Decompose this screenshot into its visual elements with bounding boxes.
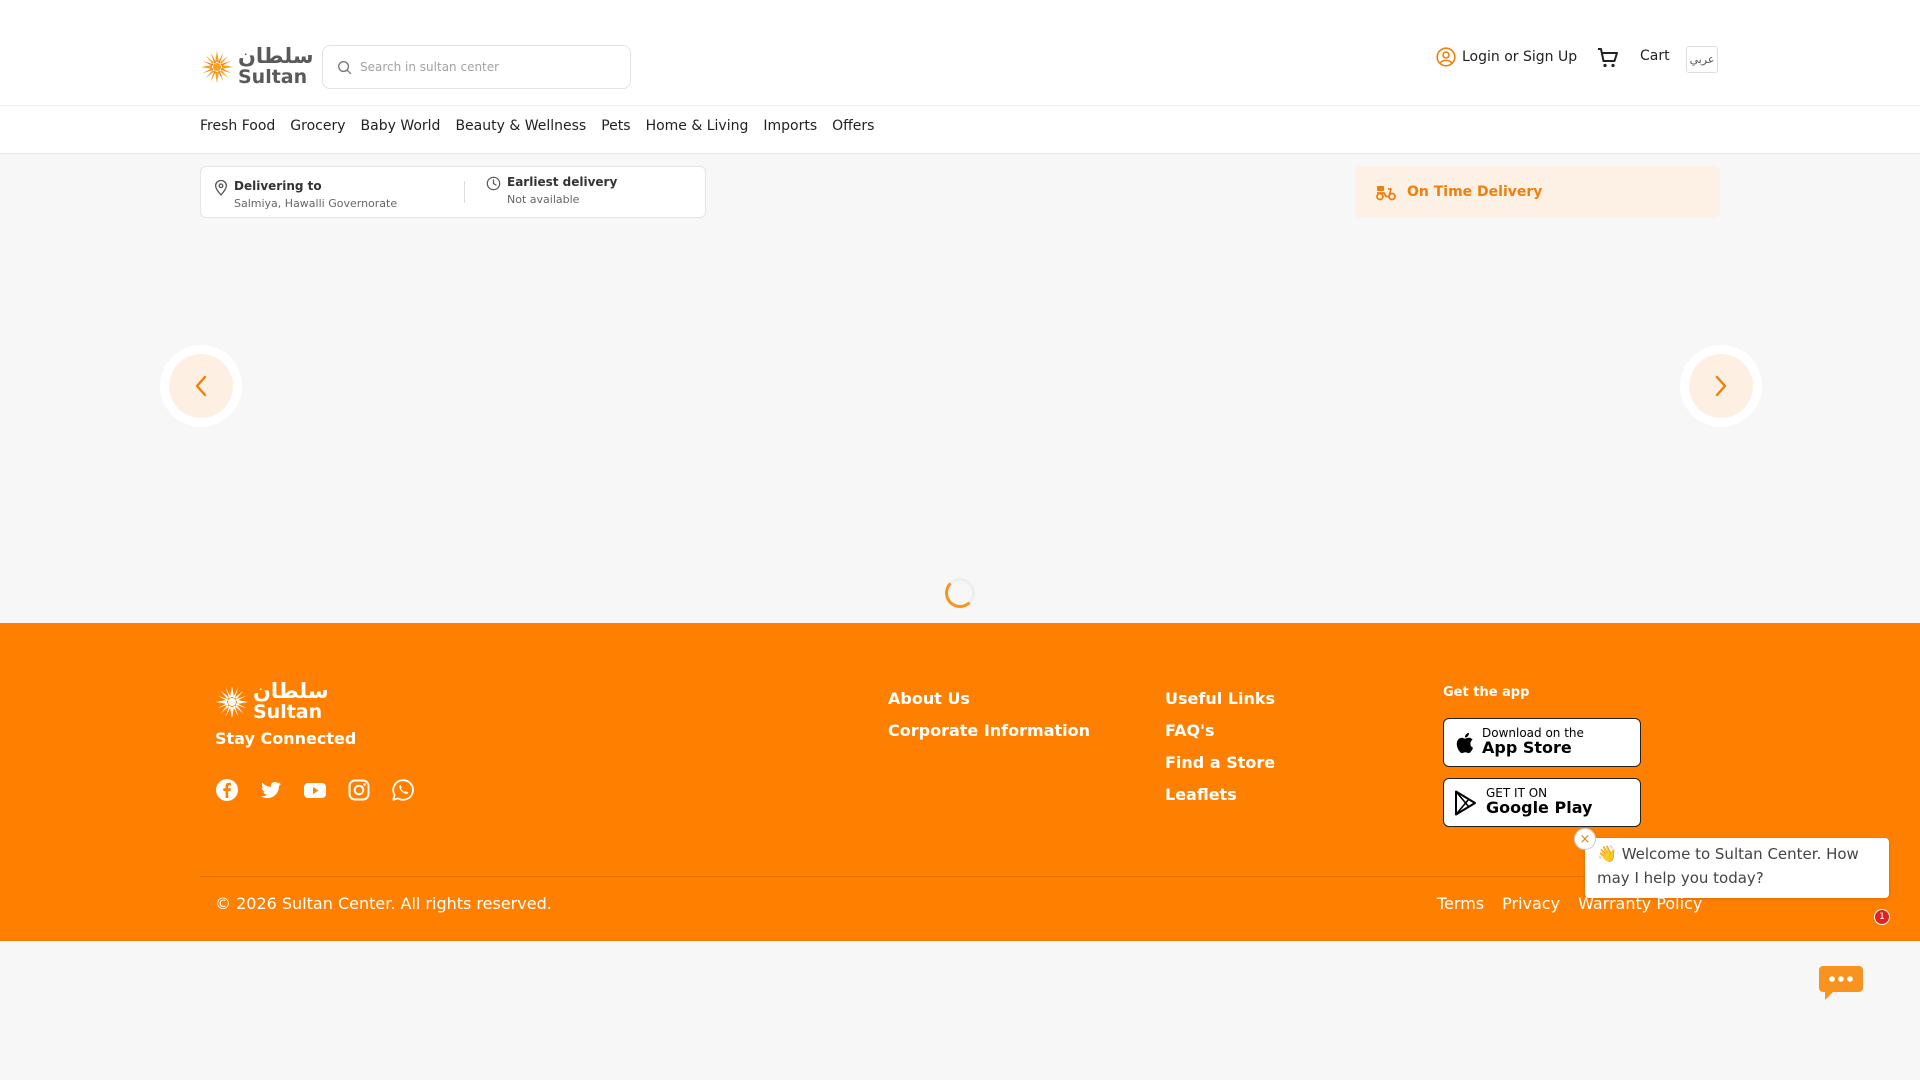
chat-notification-badge: 1 bbox=[1874, 909, 1890, 925]
footer-link-useful-links[interactable]: Useful Links bbox=[1165, 689, 1275, 708]
youtube-icon[interactable] bbox=[303, 778, 327, 802]
footer-logo-english: Sultan bbox=[253, 701, 323, 723]
earliest-delivery-title: Earliest delivery bbox=[507, 175, 618, 189]
footer-link-faqs[interactable]: FAQ's bbox=[1165, 721, 1275, 740]
chat-welcome-bubble[interactable]: 👋 Welcome to Sultan Center. How may I he… bbox=[1585, 838, 1889, 898]
social-links bbox=[215, 778, 415, 802]
nav-item-fresh-food[interactable]: Fresh Food bbox=[200, 118, 275, 134]
footer-logo-wordmark: سلطان Sultan bbox=[253, 681, 329, 722]
legal-link-terms[interactable]: Terms bbox=[1437, 894, 1484, 913]
app-store-button[interactable]: Download on the App Store bbox=[1443, 718, 1641, 767]
delivering-to-value: Salmiya, Hawalli Governorate bbox=[234, 197, 398, 210]
get-the-app-heading: Get the app bbox=[1443, 685, 1530, 700]
cart-label[interactable]: Cart bbox=[1640, 48, 1670, 64]
location-pin-icon bbox=[214, 180, 228, 196]
legal-link-privacy[interactable]: Privacy bbox=[1502, 894, 1560, 913]
carousel-prev-button[interactable] bbox=[160, 345, 242, 427]
google-play-big-text: Google Play bbox=[1486, 798, 1593, 818]
logo-wordmark: سلطان Sultan bbox=[238, 46, 314, 87]
category-nav: Fresh Food Grocery Baby World Beauty & W… bbox=[0, 106, 1920, 154]
on-time-delivery-banner: On Time Delivery bbox=[1355, 166, 1720, 218]
facebook-icon[interactable] bbox=[215, 778, 239, 802]
chevron-left-icon bbox=[195, 375, 207, 397]
divider bbox=[464, 181, 465, 203]
nav-item-beauty-wellness[interactable]: Beauty & Wellness bbox=[455, 118, 586, 134]
nav-item-baby-world[interactable]: Baby World bbox=[361, 118, 441, 134]
whatsapp-icon[interactable] bbox=[391, 778, 415, 802]
app-store-big-text: App Store bbox=[1482, 738, 1572, 758]
logo-arabic: سلطان bbox=[238, 44, 314, 68]
footer-divider bbox=[200, 876, 1720, 877]
footer-logo-arabic: سلطان bbox=[253, 679, 329, 703]
footer-link-leaflets[interactable]: Leaflets bbox=[1165, 785, 1275, 804]
login-label: Login or Sign Up bbox=[1462, 49, 1578, 65]
chat-bubble-icon bbox=[1819, 966, 1863, 1000]
nav-item-home-living[interactable]: Home & Living bbox=[646, 118, 749, 134]
stay-connected-heading: Stay Connected bbox=[215, 729, 357, 748]
earliest-delivery: Earliest delivery Not available bbox=[486, 175, 617, 206]
delivering-to-title: Delivering to bbox=[234, 179, 322, 193]
search-input[interactable] bbox=[360, 60, 620, 74]
chat-welcome-text: Welcome to Sultan Center. How may I help… bbox=[1597, 845, 1859, 887]
nav-item-pets[interactable]: Pets bbox=[601, 118, 630, 134]
nav-item-imports[interactable]: Imports bbox=[763, 118, 817, 134]
search-icon bbox=[338, 60, 352, 74]
footer-column-useful: Useful Links FAQ's Find a Store Leaflets bbox=[1165, 689, 1275, 817]
apple-icon bbox=[1456, 732, 1473, 753]
google-play-button[interactable]: GET IT ON Google Play bbox=[1443, 778, 1641, 827]
logo-english: Sultan bbox=[238, 66, 308, 88]
search-box[interactable] bbox=[322, 45, 631, 89]
cart-icon[interactable] bbox=[1596, 46, 1620, 74]
copyright-text: © 2026 Sultan Center. All rights reserve… bbox=[215, 894, 552, 913]
nav-item-grocery[interactable]: Grocery bbox=[290, 118, 345, 134]
instagram-icon[interactable] bbox=[347, 778, 371, 802]
site-header: سلطان Sultan Login or Sign Up Cart عربي bbox=[0, 0, 1920, 106]
logo[interactable]: سلطان Sultan bbox=[200, 46, 314, 87]
footer-column-company: About Us Corporate Information bbox=[888, 689, 1090, 753]
earliest-delivery-value: Not available bbox=[507, 193, 580, 206]
carousel-next-button[interactable] bbox=[1680, 345, 1762, 427]
footer-logo[interactable]: سلطان Sultan bbox=[215, 681, 329, 722]
delivery-scooter-icon bbox=[1376, 186, 1396, 201]
footer-link-corporate-information[interactable]: Corporate Information bbox=[888, 721, 1090, 740]
chevron-right-icon bbox=[1715, 375, 1727, 397]
user-icon bbox=[1436, 47, 1456, 67]
google-play-icon bbox=[1455, 790, 1476, 815]
footer-link-about-us[interactable]: About Us bbox=[888, 689, 1090, 708]
nav-item-offers[interactable]: Offers bbox=[832, 118, 874, 134]
sun-logo-icon bbox=[201, 50, 233, 83]
login-button[interactable]: Login or Sign Up bbox=[1436, 47, 1577, 67]
delivering-to[interactable]: Delivering to Salmiya, Hawalli Governora… bbox=[214, 179, 397, 210]
footer-link-find-a-store[interactable]: Find a Store bbox=[1165, 753, 1275, 772]
chat-launcher-button[interactable] bbox=[1817, 963, 1865, 1007]
delivery-info-box[interactable]: Delivering to Salmiya, Hawalli Governora… bbox=[200, 166, 706, 218]
chat-close-button[interactable]: × bbox=[1574, 828, 1596, 850]
wave-emoji-icon: 👋 bbox=[1597, 844, 1617, 863]
twitter-icon[interactable] bbox=[259, 778, 283, 802]
loading-spinner bbox=[945, 578, 975, 608]
language-switch-button[interactable]: عربي bbox=[1686, 46, 1718, 73]
on-time-delivery-label: On Time Delivery bbox=[1407, 184, 1543, 200]
clock-icon bbox=[486, 176, 501, 191]
sun-logo-icon bbox=[216, 685, 248, 718]
